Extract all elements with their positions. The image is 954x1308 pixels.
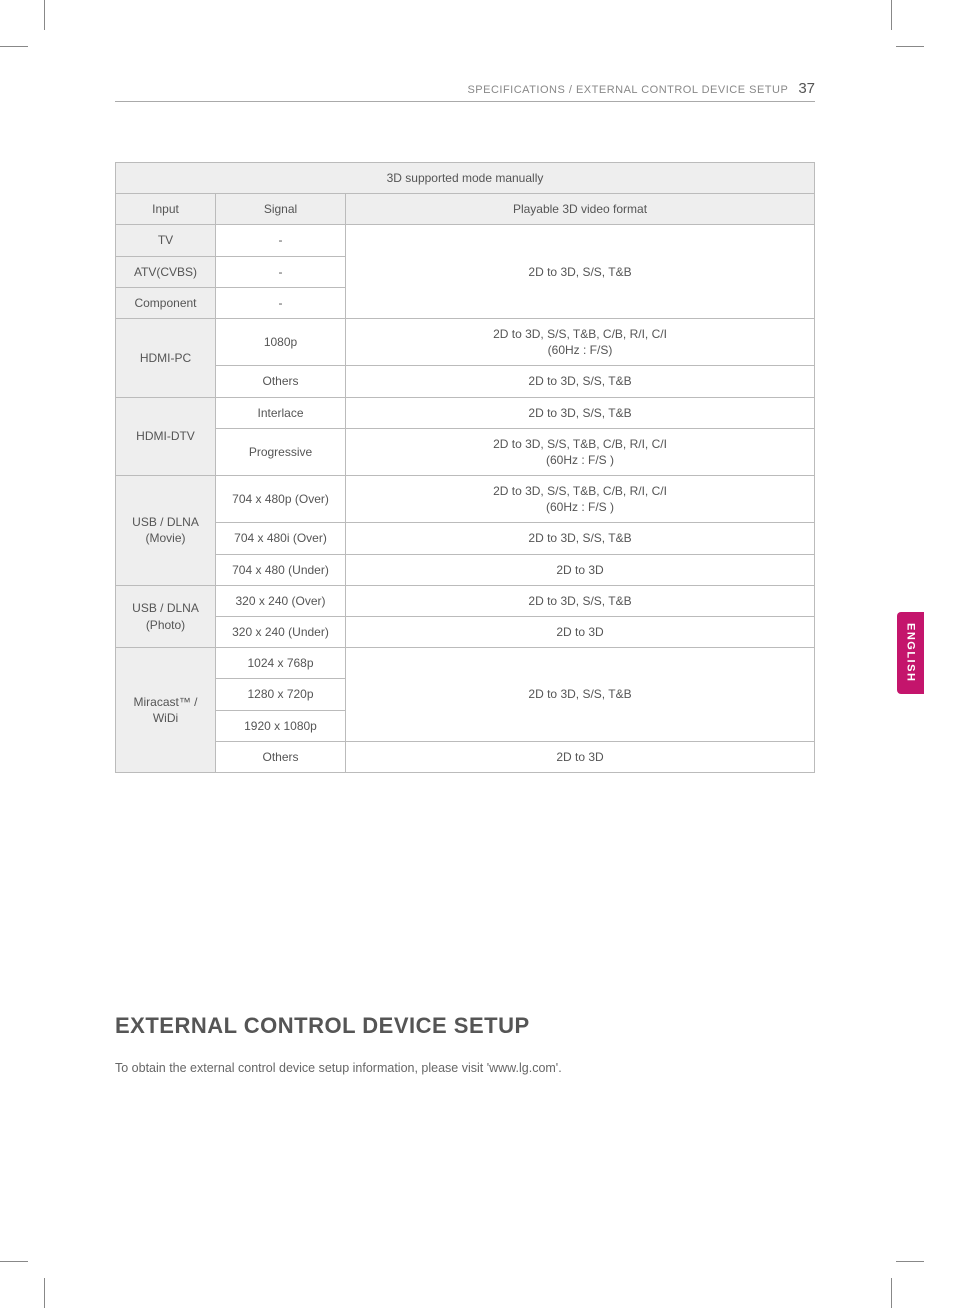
cell: Interlace [216,397,346,428]
cell: TV [116,225,216,256]
section-title: EXTERNAL CONTROL DEVICE SETUP [115,1013,815,1039]
cell: USB / DLNA(Movie) [116,476,216,586]
cell: 320 x 240 (Over) [216,585,346,616]
cell: Component [116,287,216,318]
cell: Others [216,741,346,772]
cell: 2D to 3D [346,554,815,585]
cell: 2D to 3D, S/S, T&B [346,366,815,397]
cell: 704 x 480i (Over) [216,523,346,554]
cell: 320 x 240 (Under) [216,617,346,648]
cell: 1080p [216,318,346,365]
cell: 2D to 3D, S/S, T&B [346,397,815,428]
section-text: To obtain the external control device se… [115,1061,815,1075]
page-number: 37 [798,80,815,97]
cell: - [216,225,346,256]
cell: - [216,256,346,287]
cell: 2D to 3D [346,617,815,648]
language-label: ENGLISH [905,623,917,682]
cell: 1280 x 720p [216,679,346,710]
3d-mode-table: 3D supported mode manually Input Signal … [115,162,815,773]
cell: 1920 x 1080p [216,710,346,741]
col-signal: Signal [216,194,346,225]
cell: HDMI-DTV [116,397,216,476]
cell: 2D to 3D, S/S, T&B [346,523,815,554]
cell: 2D to 3D [346,741,815,772]
cell: 2D to 3D, S/S, T&B [346,648,815,742]
cell: 704 x 480p (Over) [216,476,346,523]
cell: USB / DLNA(Photo) [116,585,216,647]
cell: 1024 x 768p [216,648,346,679]
breadcrumb: SPECIFICATIONS / EXTERNAL CONTROL DEVICE… [467,84,788,96]
language-tab: ENGLISH [897,612,924,694]
cell: 704 x 480 (Under) [216,554,346,585]
cell: HDMI-PC [116,318,216,397]
col-format: Playable 3D video format [346,194,815,225]
cell: Miracast™ /WiDi [116,648,216,773]
col-input: Input [116,194,216,225]
cell: 2D to 3D, S/S, T&B [346,585,815,616]
cell: 2D to 3D, S/S, T&B, C/B, R/I, C/I(60Hz :… [346,428,815,475]
cell: Others [216,366,346,397]
cell: 2D to 3D, S/S, T&B [346,225,815,319]
cell: Progressive [216,428,346,475]
table-title: 3D supported mode manually [116,163,815,194]
cell: ATV(CVBS) [116,256,216,287]
page-header: SPECIFICATIONS / EXTERNAL CONTROL DEVICE… [115,80,815,102]
cell: - [216,287,346,318]
cell: 2D to 3D, S/S, T&B, C/B, R/I, C/I(60Hz :… [346,318,815,365]
cell: 2D to 3D, S/S, T&B, C/B, R/I, C/I(60Hz :… [346,476,815,523]
